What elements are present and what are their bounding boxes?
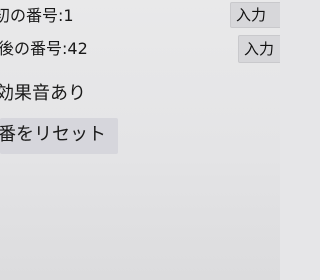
sound-effect-toggle[interactable]: 効果音あり <box>0 83 86 105</box>
reset-button-label: 番をリセット <box>0 124 106 145</box>
settings-screen: 初の番号:1 入力 後の番号:42 入力 効果音あり 番をリセット <box>0 0 280 280</box>
first-number-label: 初の番号:1 <box>0 6 74 25</box>
first-number-input-button[interactable]: 入力 <box>230 2 280 28</box>
empty-area <box>0 160 280 280</box>
last-number-label: 後の番号:42 <box>0 39 88 58</box>
last-number-input-button[interactable]: 入力 <box>238 35 280 63</box>
